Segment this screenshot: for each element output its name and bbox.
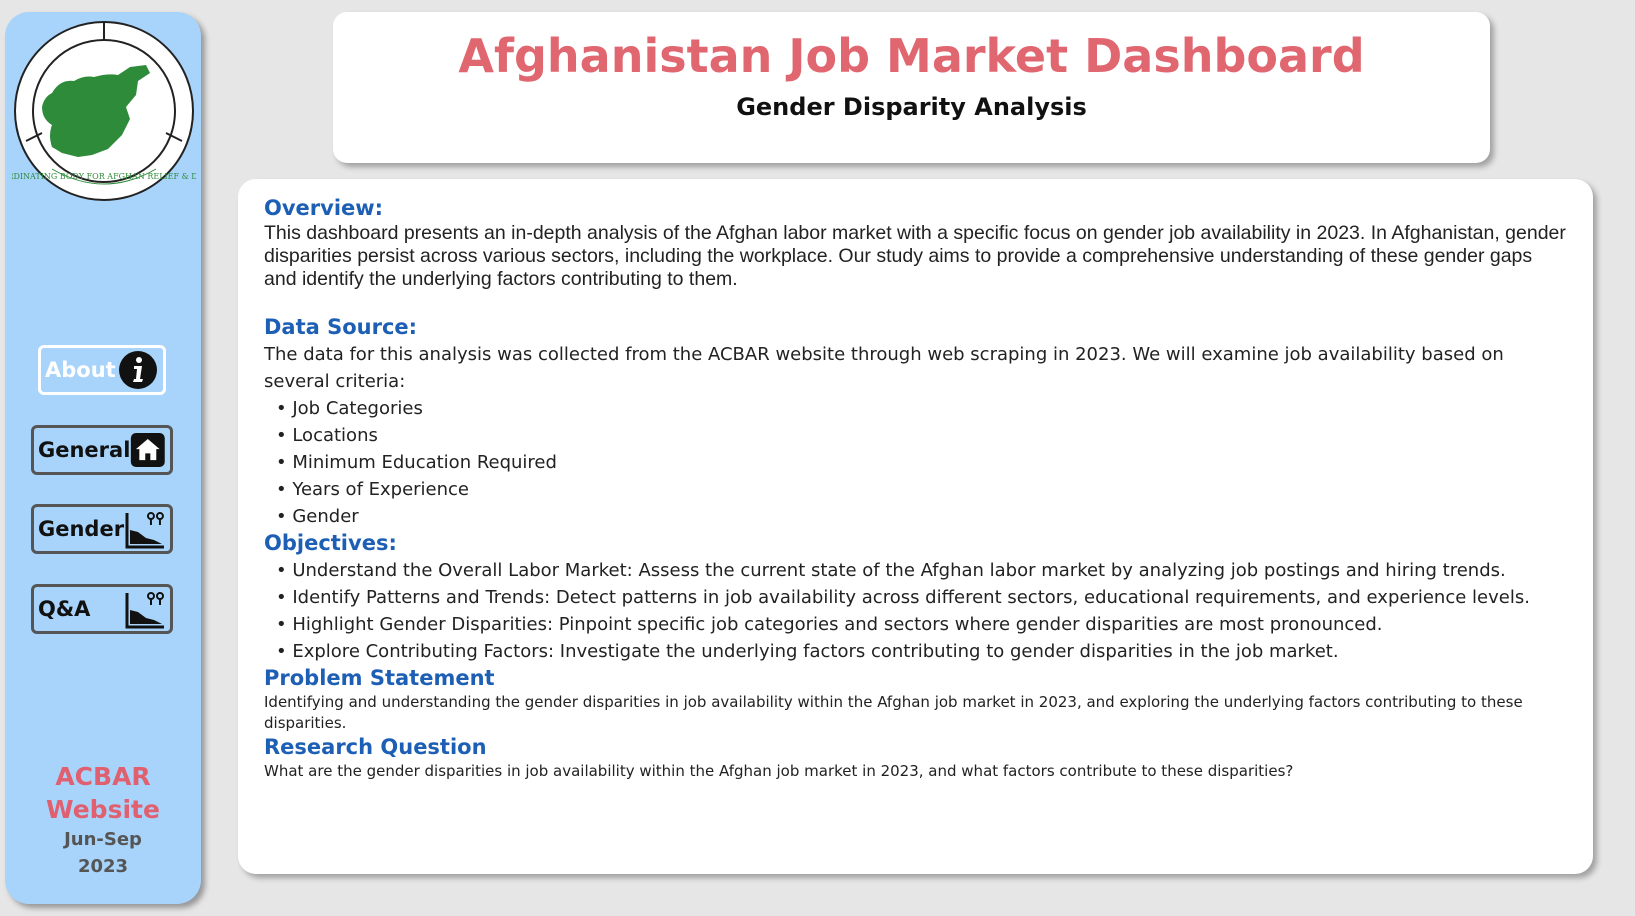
list-item: Identify Patterns and Trends: Detect pat…	[264, 584, 1567, 611]
gender-button-label: Gender	[38, 517, 125, 541]
objectives-heading: Objectives:	[264, 531, 397, 555]
list-item: Minimum Education Required	[264, 449, 1567, 476]
gender-chart-icon	[125, 512, 165, 549]
period-line-1: Jun-Sep	[64, 829, 142, 850]
overview-heading: Overview:	[264, 196, 384, 220]
home-icon	[131, 433, 166, 467]
header-card: Afghanistan Job Market Dashboard Gender …	[333, 12, 1490, 163]
problem-text: Identifying and understanding the gender…	[264, 693, 1523, 732]
data-source-heading: Data Source:	[264, 315, 418, 339]
general-button[interactable]: General	[31, 425, 173, 475]
overview-text: This dashboard presents an in-depth anal…	[264, 222, 1566, 290]
research-heading: Research Question	[264, 735, 487, 759]
period-line-2: 2023	[77, 856, 129, 877]
sidebar: AGENCY COORDINATING BODY FOR AFGHAN RELI…	[5, 12, 201, 904]
info-icon	[119, 351, 157, 389]
data-source-text: The data for this analysis was collected…	[264, 344, 1504, 392]
content-card: Overview: This dashboard presents an in-…	[238, 179, 1593, 874]
list-item: Explore Contributing Factors: Investigat…	[264, 638, 1567, 665]
about-button[interactable]: About	[38, 345, 166, 395]
general-button-label: General	[38, 438, 131, 462]
brand-name: ACBAR Website	[5, 760, 201, 826]
period-label: Jun-Sep 2023	[5, 826, 201, 880]
list-item: Highlight Gender Disparities: Pinpoint s…	[264, 611, 1567, 638]
about-button-label: About	[45, 358, 116, 382]
brand-line-2: Website	[46, 795, 160, 824]
brand-line-1: ACBAR	[55, 762, 151, 791]
page-title: Afghanistan Job Market Dashboard	[458, 29, 1365, 83]
list-item: Years of Experience	[264, 476, 1567, 503]
list-item: Locations	[264, 422, 1567, 449]
research-text: What are the gender disparities in job a…	[264, 762, 1294, 780]
logo-text: AGENCY COORDINATING BODY FOR AFGHAN RELI…	[12, 172, 196, 181]
list-item: Job Categories	[264, 395, 1567, 422]
page-subtitle: Gender Disparity Analysis	[736, 93, 1087, 121]
criteria-list: Job Categories Locations Minimum Educati…	[264, 395, 1567, 530]
list-item: Understand the Overall Labor Market: Ass…	[264, 557, 1567, 584]
acbar-logo: AGENCY COORDINATING BODY FOR AFGHAN RELI…	[12, 21, 196, 201]
gender-chart-icon	[125, 592, 164, 629]
gender-button[interactable]: Gender	[31, 504, 173, 554]
problem-heading: Problem Statement	[264, 666, 495, 690]
qa-button[interactable]: Q&A	[31, 584, 173, 634]
list-item: Gender	[264, 503, 1567, 530]
objectives-list: Understand the Overall Labor Market: Ass…	[264, 557, 1567, 665]
qa-button-label: Q&A	[38, 597, 91, 621]
